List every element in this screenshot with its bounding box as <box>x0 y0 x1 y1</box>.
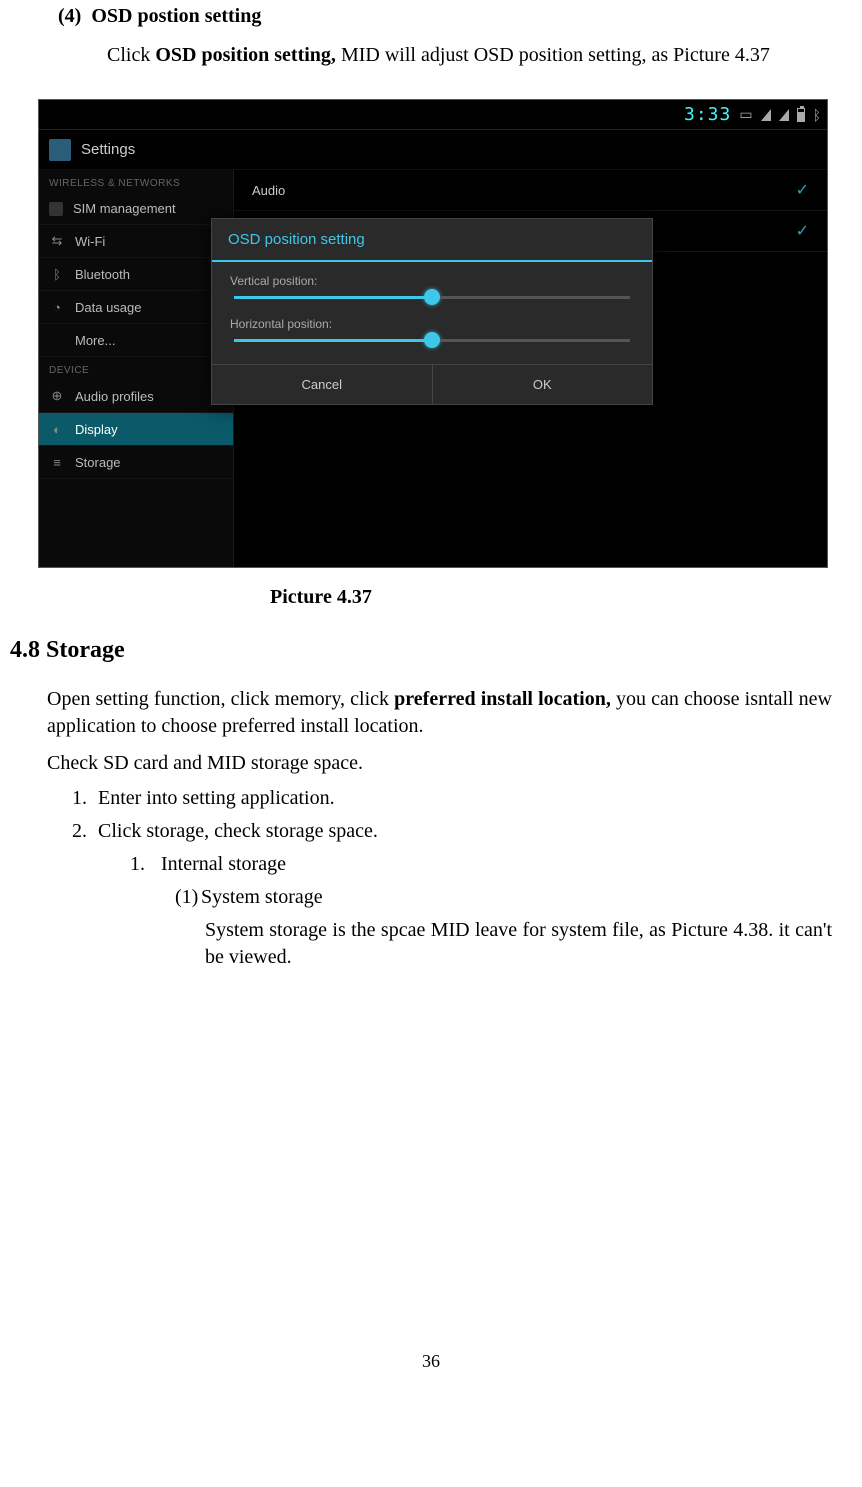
step-text: Click storage, check storage space. <box>98 820 378 842</box>
vertical-slider[interactable] <box>234 296 630 299</box>
paragraph: Open setting function, click memory, cli… <box>47 686 832 740</box>
step-text: Enter into setting application. <box>98 787 335 809</box>
step-num: 2. <box>72 820 98 843</box>
p1-bold: preferred install location, <box>394 688 611 710</box>
num: (4) <box>58 5 81 27</box>
step-item: 2.Click storage, check storage space. <box>72 820 852 843</box>
slider-label-horizontal: Horizontal position: <box>230 317 634 331</box>
step-num: 1. <box>72 787 98 810</box>
intro-line: Click OSD position setting, MID will adj… <box>107 44 852 67</box>
step-item: 1.Enter into setting application. <box>72 787 852 810</box>
slider-thumb[interactable] <box>424 332 440 348</box>
p1-prefix: Open setting function, click memory, cli… <box>47 688 394 710</box>
title: OSD postion setting <box>91 5 261 27</box>
sub-num: (1) <box>175 886 201 909</box>
page-number: 36 <box>10 1351 852 1372</box>
screenshot-settings: 3:33 ▭ ᛒ Settings WIRELESS & NETWORKS SI… <box>38 99 828 568</box>
intro-prefix: Click <box>107 44 155 66</box>
sub-num: 1. <box>130 853 156 876</box>
slider-label-vertical: Vertical position: <box>230 274 634 288</box>
horizontal-slider[interactable] <box>234 339 630 342</box>
sub-paragraph: System storage is the spcae MID leave fo… <box>205 917 832 971</box>
section-heading-48: 4.8 Storage <box>10 637 852 664</box>
dialog-overlay: OSD position setting Vertical position: … <box>39 100 827 567</box>
sub-text: Internal storage <box>161 853 286 875</box>
sub-item: 1. Internal storage <box>130 853 852 876</box>
dialog-title: OSD position setting <box>212 219 652 262</box>
intro-bold: OSD position setting, <box>155 44 336 66</box>
sub-item: (1)System storage <box>175 886 852 909</box>
ok-button[interactable]: OK <box>433 365 653 404</box>
cancel-button[interactable]: Cancel <box>212 365 433 404</box>
osd-dialog: OSD position setting Vertical position: … <box>211 218 653 405</box>
picture-caption: Picture 4.37 <box>270 586 852 609</box>
subsection-heading: (4) OSD postion setting <box>58 5 852 28</box>
paragraph: Check SD card and MID storage space. <box>47 750 832 777</box>
sub-text: System storage <box>201 886 323 908</box>
intro-suffix: MID will adjust OSD position setting, as… <box>336 44 770 66</box>
slider-thumb[interactable] <box>424 289 440 305</box>
